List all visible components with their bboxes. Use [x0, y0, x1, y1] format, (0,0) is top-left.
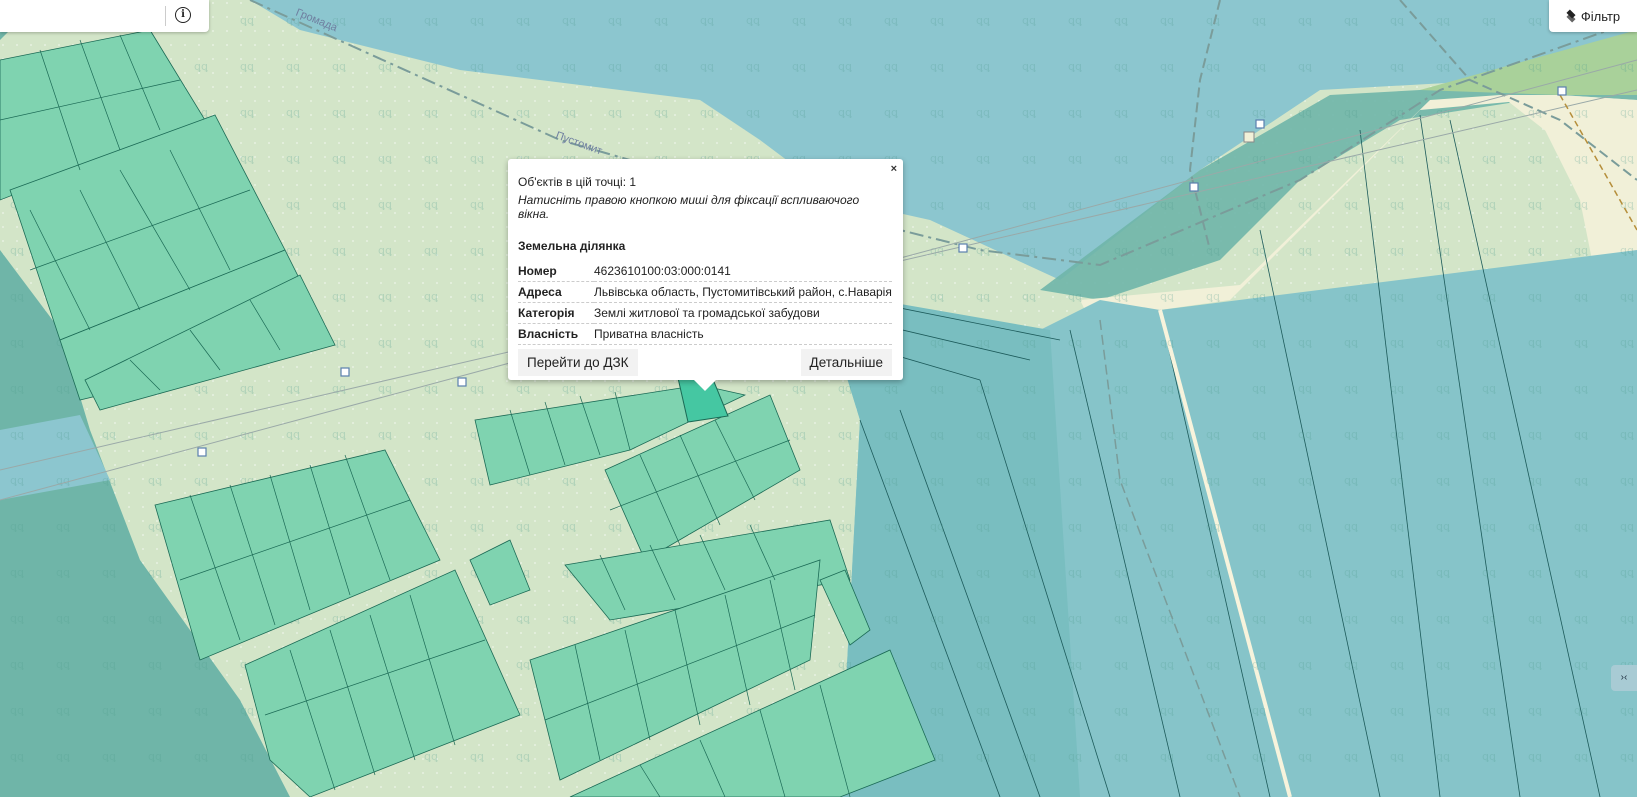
section-title: Земельна ділянка: [518, 239, 626, 253]
attr-value: 4623610100:03:000:0141: [594, 261, 892, 282]
filter-label: Фільтр: [1580, 8, 1621, 24]
boundary-marker: [1255, 119, 1265, 129]
table-row: Номер 4623610100:03:000:0141: [518, 261, 892, 282]
filter-button[interactable]: Фільтр: [1549, 0, 1637, 32]
attr-key: Власність: [518, 323, 594, 345]
objects-count: Об'єктів в цій точці: 1: [518, 175, 637, 189]
table-row: Власність Приватна власність: [518, 323, 892, 345]
layers-icon: [1566, 11, 1576, 21]
info-circle-icon[interactable]: i: [175, 7, 191, 23]
search-separator: [165, 6, 166, 26]
close-icon[interactable]: ×: [891, 163, 897, 175]
attr-key: Адреса: [518, 281, 594, 303]
search-box: i: [0, 0, 209, 32]
boundary-marker: [457, 377, 467, 387]
building-marker: [1243, 131, 1255, 143]
boundary-marker: [340, 367, 350, 377]
boundary-marker: [1557, 86, 1567, 96]
cadastral-map[interactable]: ꝗꝗ: [0, 0, 1637, 797]
table-row: Адреса Львівська область, Пустомитівськи…: [518, 281, 892, 303]
search-input[interactable]: [6, 6, 160, 28]
attributes-table: Номер 4623610100:03:000:0141 Адреса Льві…: [518, 261, 892, 345]
attr-value: Приватна власність: [594, 323, 892, 345]
collapse-panel-icon[interactable]: ›‹: [1611, 665, 1637, 691]
boundary-marker: [958, 243, 968, 253]
table-row: Категорія Землі житлової та громадської …: [518, 302, 892, 324]
popup-tip: [693, 379, 717, 391]
feature-popup: × Об'єктів в цій точці: 1 Натисніть прав…: [508, 159, 903, 391]
attr-key: Категорія: [518, 302, 594, 324]
popup-actions: Перейти до ДЗК Детальніше: [518, 349, 892, 376]
attr-key: Номер: [518, 261, 594, 282]
popup-hint: Натисніть правою кнопкою миші для фіксац…: [518, 193, 860, 221]
details-button[interactable]: Детальніше: [800, 349, 892, 376]
go-to-dzk-button[interactable]: Перейти до ДЗК: [518, 349, 638, 376]
attr-value: Львівська область, Пустомитівський район…: [594, 281, 892, 303]
attr-value: Землі житлової та громадської забудови: [594, 302, 892, 324]
boundary-marker: [1189, 182, 1199, 192]
boundary-marker: [197, 447, 207, 457]
